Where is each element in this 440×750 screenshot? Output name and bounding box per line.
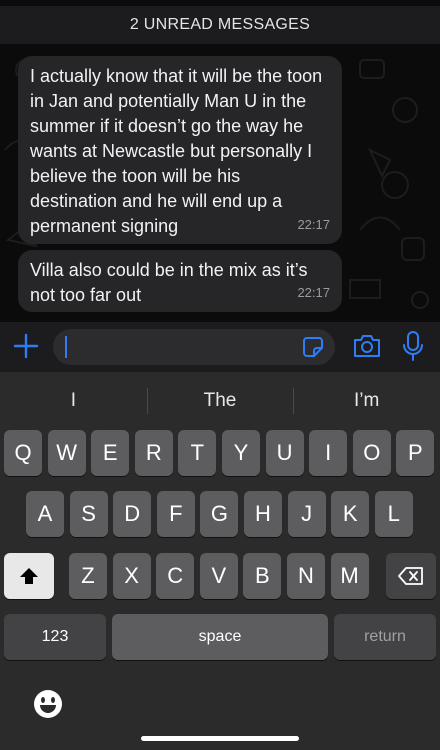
message-bubble[interactable]: I actually know that it will be the toon… — [18, 56, 342, 244]
home-indicator[interactable] — [141, 736, 299, 741]
key-f[interactable]: F — [156, 491, 195, 537]
key-k[interactable]: K — [331, 491, 370, 537]
key-n[interactable]: N — [287, 553, 325, 599]
key-e[interactable]: E — [91, 430, 130, 476]
chat-area[interactable]: 2 UNREAD MESSAGES I actually know that i… — [0, 0, 440, 322]
key-i[interactable]: I — [309, 430, 348, 476]
key-o[interactable]: O — [352, 430, 391, 476]
shift-icon — [20, 568, 38, 584]
key-q[interactable]: Q — [4, 430, 42, 476]
message-time: 22:17 — [297, 285, 330, 300]
keyboard: I The I’m QWERTYUIOP ASDFGHJKL ZXCVBNM 1… — [0, 372, 440, 750]
message-text: I actually know that it will be the toon… — [30, 66, 323, 236]
key-h[interactable]: H — [244, 491, 282, 537]
key-u[interactable]: U — [265, 430, 304, 476]
suggestion-item[interactable]: I — [0, 382, 147, 420]
return-key[interactable]: return — [334, 614, 436, 660]
plus-icon[interactable] — [12, 332, 40, 360]
shift-key[interactable] — [4, 553, 54, 599]
key-r[interactable]: R — [134, 430, 173, 476]
emoji-icon[interactable] — [32, 688, 64, 720]
key-d[interactable]: D — [113, 491, 152, 537]
message-text: Villa also could be in the mix as it’s n… — [30, 260, 308, 305]
key-v[interactable]: V — [199, 553, 238, 599]
key-z[interactable]: Z — [69, 553, 107, 599]
key-s[interactable]: S — [69, 491, 108, 537]
space-key[interactable]: space — [112, 614, 328, 660]
key-w[interactable]: W — [47, 430, 86, 476]
suggestion-item[interactable]: The — [146, 382, 294, 420]
text-cursor — [65, 336, 67, 358]
message-input-bar — [0, 322, 440, 372]
sticker-icon[interactable] — [301, 335, 325, 359]
key-t[interactable]: T — [178, 430, 217, 476]
microphone-icon[interactable] — [400, 330, 426, 362]
numbers-key[interactable]: 123 — [4, 614, 106, 660]
key-y[interactable]: Y — [222, 430, 260, 476]
unread-messages-label: 2 UNREAD MESSAGES — [129, 16, 311, 33]
key-c[interactable]: C — [156, 553, 195, 599]
camera-icon[interactable] — [352, 333, 382, 359]
suggestion-bar: I The I’m — [0, 382, 440, 420]
key-a[interactable]: A — [26, 491, 64, 537]
key-m[interactable]: M — [330, 553, 369, 599]
message-input[interactable] — [53, 329, 335, 365]
key-j[interactable]: J — [287, 491, 326, 537]
delete-key[interactable] — [386, 553, 436, 599]
key-x[interactable]: X — [112, 553, 151, 599]
delete-icon — [398, 567, 423, 585]
key-g[interactable]: G — [200, 491, 239, 537]
message-bubble[interactable]: Villa also could be in the mix as it’s n… — [18, 250, 342, 312]
unread-messages-banner: 2 UNREAD MESSAGES — [0, 6, 440, 44]
message-time: 22:17 — [297, 217, 330, 232]
key-b[interactable]: B — [243, 553, 282, 599]
key-p[interactable]: P — [396, 430, 435, 476]
suggestion-item[interactable]: I’m — [293, 382, 440, 420]
key-l[interactable]: L — [374, 491, 413, 537]
